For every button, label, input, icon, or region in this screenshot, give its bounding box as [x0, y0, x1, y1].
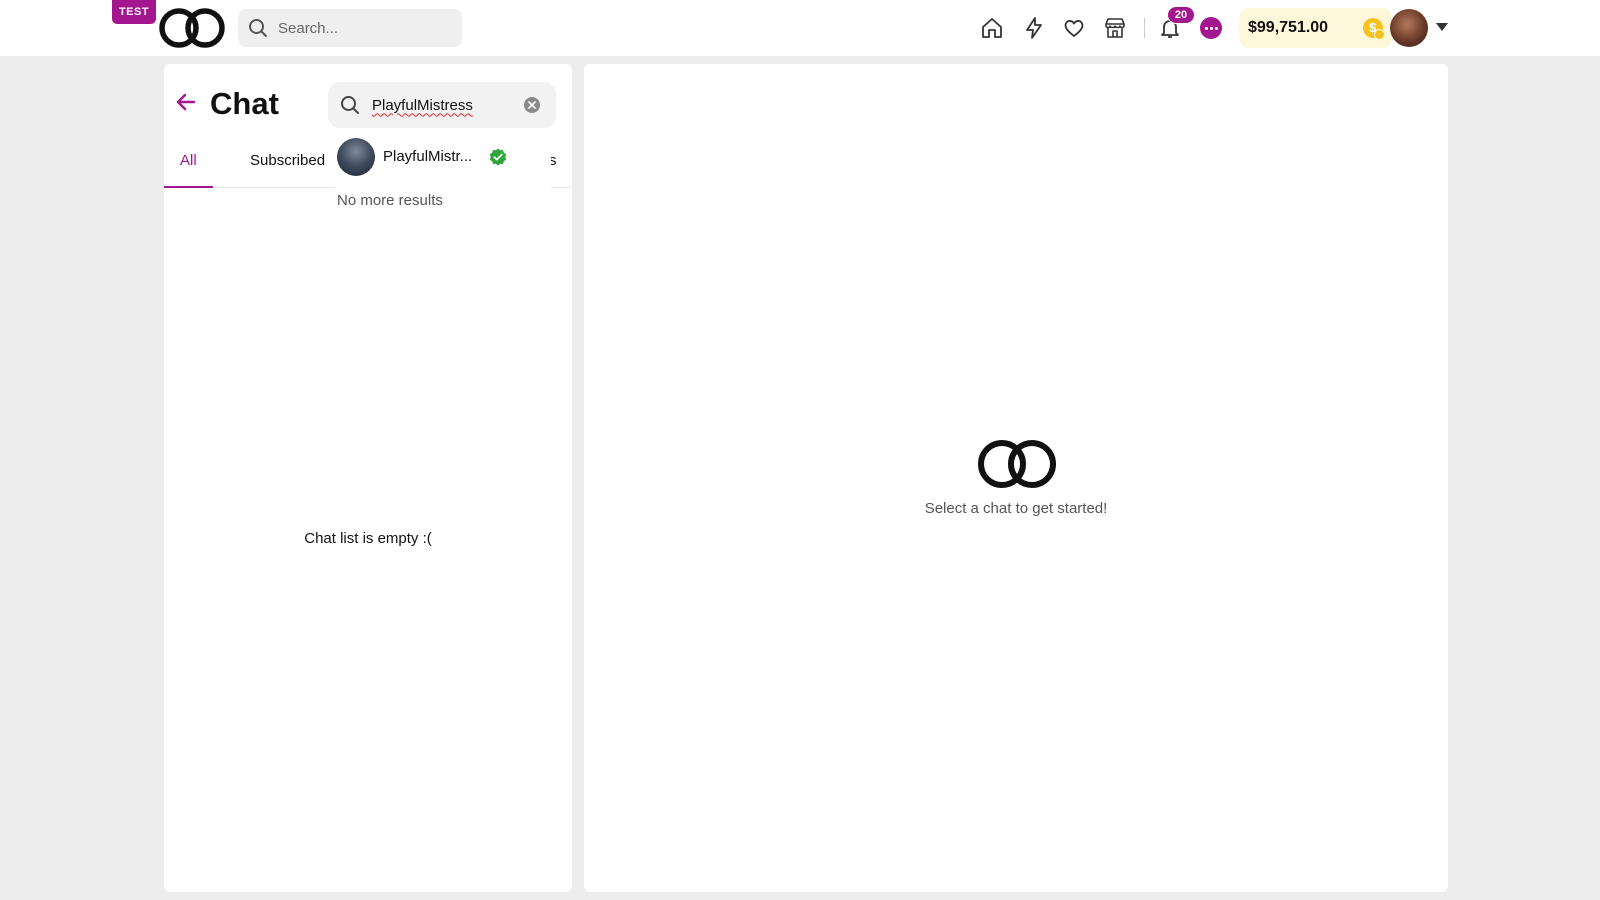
- test-badge: TEST: [112, 0, 156, 24]
- search-result-item[interactable]: PlayfulMistr...: [335, 134, 551, 180]
- close-icon: [528, 101, 536, 109]
- top-navigation-bar: TEST Search... 20 $99,751.00 $: [0, 0, 1600, 56]
- coin-icon: $: [1363, 18, 1385, 40]
- empty-chat-list-message: Chat list is empty :(: [304, 530, 432, 547]
- chevron-down-icon[interactable]: [1436, 23, 1448, 31]
- logo-icon: [978, 440, 1056, 488]
- balance-button[interactable]: $99,751.00 $: [1239, 8, 1392, 48]
- global-search-input[interactable]: Search...: [238, 9, 462, 47]
- logo-icon[interactable]: [158, 7, 226, 49]
- search-icon: [341, 96, 359, 114]
- search-icon: [249, 19, 267, 37]
- avatar: [337, 138, 375, 176]
- tab-subscribed[interactable]: Subscribed: [250, 152, 325, 169]
- back-arrow-icon[interactable]: [174, 90, 198, 114]
- lightning-icon[interactable]: [1020, 14, 1048, 42]
- divider: [1144, 18, 1145, 38]
- avatar[interactable]: [1390, 9, 1428, 47]
- store-icon[interactable]: [1101, 14, 1129, 42]
- clear-search-button[interactable]: [524, 97, 540, 113]
- heart-icon[interactable]: [1060, 14, 1088, 42]
- chat-icon[interactable]: [1200, 17, 1222, 39]
- search-query: PlayfulMistress: [372, 96, 473, 114]
- home-icon[interactable]: [978, 14, 1006, 42]
- chat-list-panel: Chat PlayfulMistress All Subscribed s Pl…: [164, 64, 572, 892]
- search-results-dropdown: PlayfulMistr... No more results: [335, 130, 551, 220]
- search-placeholder: Search...: [278, 19, 339, 37]
- chat-search-input[interactable]: PlayfulMistress: [328, 82, 556, 128]
- verified-badge-icon: [489, 148, 507, 166]
- balance-amount: $99,751.00: [1248, 19, 1329, 36]
- page-title: Chat: [210, 86, 279, 121]
- active-tab-indicator: [164, 186, 213, 188]
- notification-badge: 20: [1167, 6, 1195, 24]
- no-more-results-text: No more results: [337, 192, 443, 209]
- chat-conversation-panel: Select a chat to get started!: [584, 64, 1448, 892]
- result-username: PlayfulMistr...: [383, 148, 473, 165]
- tab-all[interactable]: All: [180, 152, 197, 169]
- select-chat-message: Select a chat to get started!: [924, 500, 1108, 517]
